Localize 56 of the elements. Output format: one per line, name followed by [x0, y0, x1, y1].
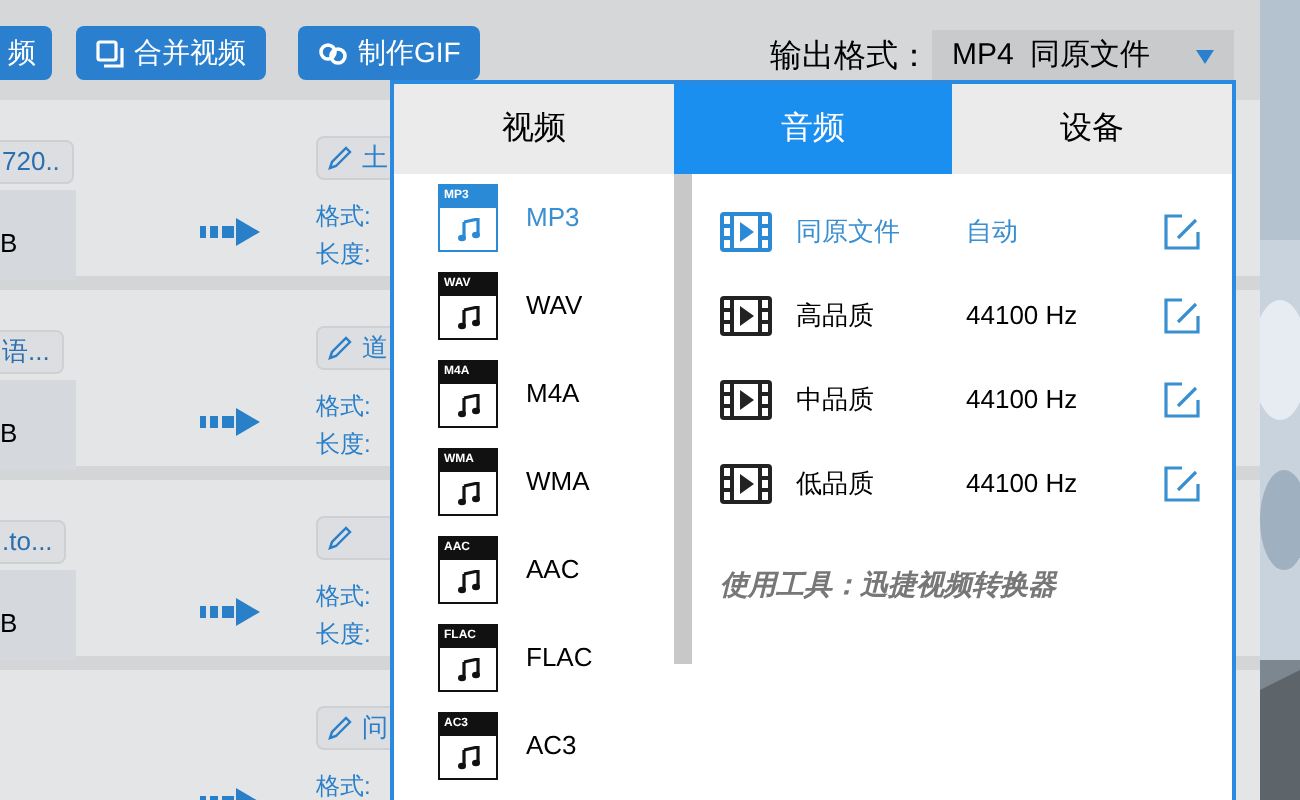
format-tab[interactable]: 视频 [394, 84, 674, 174]
link-icon [318, 39, 348, 67]
pencil-icon [326, 144, 354, 172]
music-note-icon [457, 393, 479, 417]
preset-row[interactable]: 高品质 44100 Hz [720, 274, 1232, 358]
film-icon [720, 296, 772, 336]
format-item[interactable]: WMA [526, 462, 590, 502]
format-item[interactable]: AC3 [526, 726, 577, 766]
edit-icon[interactable] [1162, 464, 1202, 504]
pencil-icon [326, 714, 354, 742]
music-note-icon [457, 305, 479, 329]
film-icon [720, 212, 772, 252]
arrow-right-icon [200, 408, 260, 436]
file-size-text: B [0, 606, 18, 642]
file-name-tag: 语... [0, 330, 64, 374]
music-note-icon [457, 745, 479, 769]
preset-row[interactable]: 中品质 44100 Hz [720, 358, 1232, 442]
format-tab[interactable]: 设备 [952, 84, 1233, 174]
copy-icon [96, 39, 124, 67]
toolbar-button[interactable]: 制作GIF [298, 26, 481, 80]
film-icon [720, 464, 772, 504]
edit-icon[interactable] [1162, 380, 1202, 420]
format-item[interactable]: M4A [526, 374, 580, 414]
file-size-text: B [0, 226, 18, 262]
file-size-text: B [0, 416, 18, 452]
music-note-icon [457, 481, 479, 505]
music-note-icon [457, 657, 479, 681]
film-icon [720, 380, 772, 420]
output-format-label: 输出格式： [770, 37, 930, 78]
format-label: 格式: [316, 390, 371, 424]
toolbar-button[interactable]: 频 [0, 26, 52, 80]
footer-note: 使用工具：迅捷视频转换器 [720, 568, 1060, 606]
music-note-icon [457, 217, 479, 241]
dropdown-caret-icon [1196, 49, 1214, 63]
format-item[interactable]: AAC [526, 550, 580, 590]
arrow-right-icon [200, 218, 260, 246]
format-item[interactable]: FLAC [526, 638, 593, 678]
format-item[interactable]: WAV [526, 286, 583, 326]
scrollbar[interactable] [674, 174, 692, 664]
toolbar-button[interactable]: 合并视频 [76, 26, 266, 80]
length-label: 长度: [316, 618, 371, 652]
pencil-icon [326, 334, 354, 362]
format-label: 格式: [316, 770, 371, 800]
edit-icon[interactable] [1162, 296, 1202, 336]
file-name-tag: 720.. [0, 140, 74, 184]
output-format-dropdown[interactable]: MP4 同原文件 [932, 30, 1234, 82]
preset-row[interactable]: 低品质 44100 Hz [720, 442, 1232, 526]
pencil-icon [326, 524, 354, 552]
edit-icon[interactable] [1162, 212, 1202, 252]
arrow-right-icon [200, 598, 260, 626]
music-note-icon [457, 569, 479, 593]
format-label: 格式: [316, 580, 371, 614]
length-label: 长度: [316, 428, 371, 462]
format-label: 格式: [316, 200, 371, 234]
length-label: 长度: [316, 238, 371, 272]
file-name-tag: .to... [0, 520, 67, 564]
